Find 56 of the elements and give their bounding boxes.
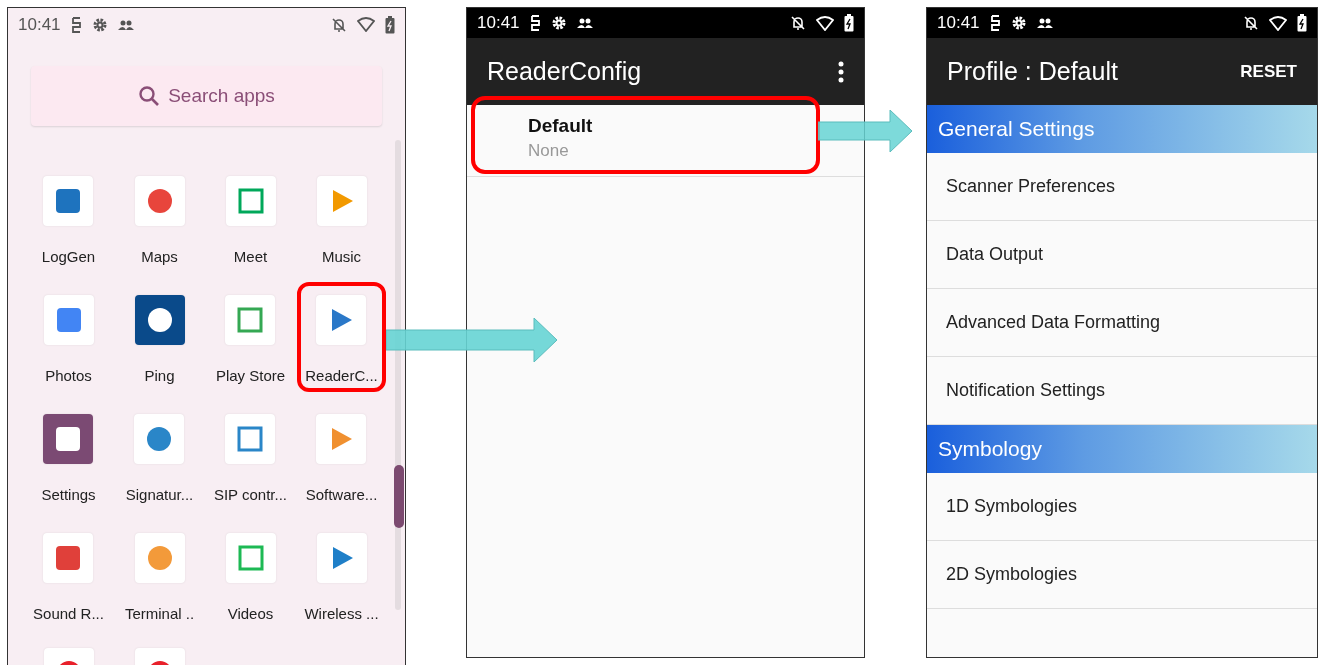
app-label[interactable]: LogGen [41, 248, 96, 265]
search-placeholder: Search apps [168, 85, 275, 107]
app-icon[interactable] [43, 176, 94, 226]
mute-bell-icon [790, 15, 806, 31]
mute-bell-icon [1243, 15, 1259, 31]
mute-bell-icon [331, 16, 347, 33]
app-label[interactable]: Terminal .. [124, 605, 195, 622]
section-header: Symbology [927, 425, 1317, 473]
app-label[interactable]: Maps [141, 248, 178, 265]
wifi-icon [816, 15, 834, 31]
app-label[interactable]: Software... [305, 486, 378, 503]
settings-icon [550, 15, 567, 31]
app-label[interactable]: Ping [144, 367, 175, 384]
people-icon [117, 18, 134, 31]
settings-icon [91, 16, 108, 33]
people-icon [1036, 17, 1053, 29]
status-time: 10:41 [937, 13, 980, 33]
app-label[interactable]: Settings [41, 486, 96, 503]
app-icon[interactable] [134, 295, 185, 345]
app-label[interactable]: Photos [45, 367, 92, 384]
battery-icon [385, 15, 395, 34]
app-label[interactable]: Sound R... [33, 605, 104, 622]
battery-icon [1297, 14, 1307, 32]
app-title: ReaderConfig [487, 57, 643, 86]
app-label[interactable]: Signatur... [125, 486, 194, 503]
app-title: Profile : Default [947, 57, 1119, 86]
settings-icon [1010, 15, 1027, 31]
app-icon[interactable] [134, 176, 185, 226]
status-time: 10:41 [477, 13, 520, 33]
app-label[interactable]: SIP contr... [213, 486, 288, 503]
app-label[interactable]: ReaderC... [305, 367, 378, 384]
app-label[interactable]: Play Store [215, 367, 286, 384]
app-icon[interactable] [225, 414, 276, 464]
app-label[interactable]: Wireless ... [304, 605, 379, 622]
battery-icon [844, 14, 854, 32]
more-options-icon[interactable] [838, 60, 844, 83]
app-label[interactable]: Videos [227, 605, 274, 622]
app-icon[interactable] [316, 533, 367, 583]
app-label[interactable]: Music [321, 248, 362, 265]
search-icon [138, 85, 161, 107]
search-field[interactable]: Search apps [31, 66, 382, 126]
app-icon[interactable] [43, 414, 94, 464]
profile-name: Default [528, 115, 594, 137]
section-header: General Settings [927, 105, 1317, 153]
profile-description: None [528, 141, 570, 161]
profile-item[interactable]: Default None [471, 96, 820, 174]
wifi-icon [357, 17, 375, 32]
app-label[interactable]: Meet [233, 248, 268, 265]
app-icon[interactable] [316, 295, 367, 345]
app-icon[interactable] [43, 533, 94, 583]
wifi-icon [1269, 15, 1287, 31]
app-icon[interactable] [134, 414, 185, 464]
reset-button[interactable]: RESET [1240, 61, 1297, 82]
status-time: 10:41 [18, 14, 61, 35]
scrollbar-thumb[interactable] [394, 465, 404, 528]
people-icon [576, 17, 593, 29]
